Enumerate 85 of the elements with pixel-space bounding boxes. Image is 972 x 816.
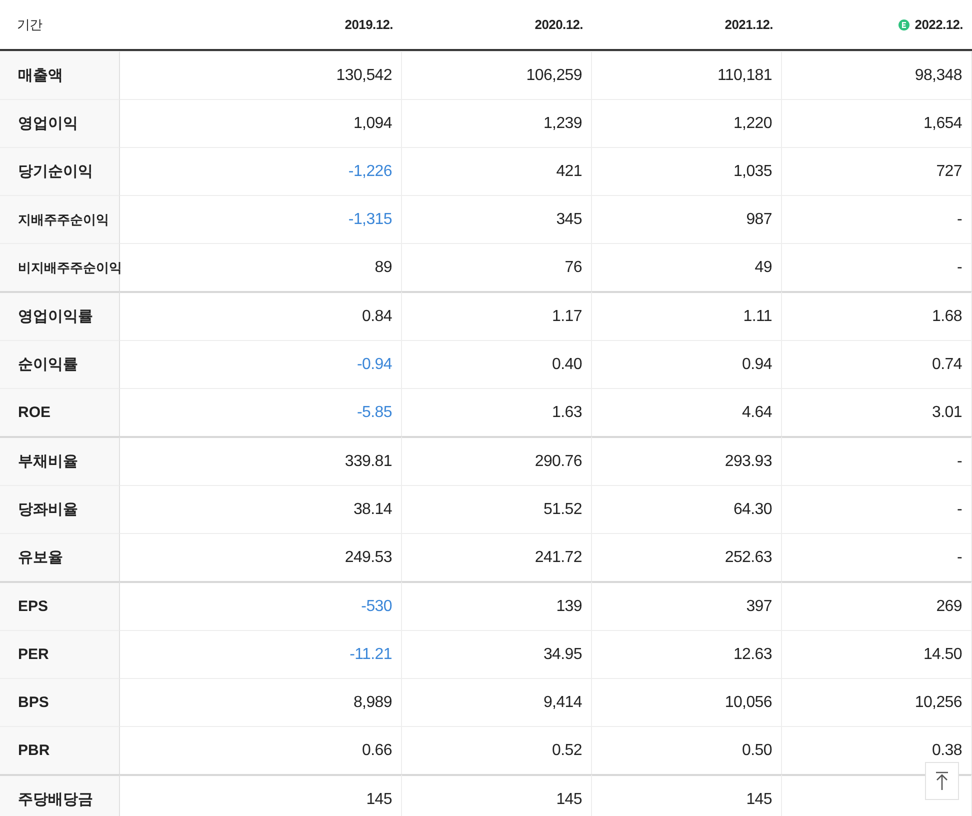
row-label: 비지배주주순이익: [0, 243, 120, 291]
row-label: 순이익률: [0, 340, 120, 388]
table-cell: 38.14: [120, 485, 402, 533]
table-cell: 145: [402, 774, 592, 816]
table-cell: 89: [120, 243, 402, 291]
row-label: 주당배당금: [0, 774, 120, 816]
row-label: BPS: [0, 678, 120, 726]
table-cell: 1,035: [592, 147, 782, 195]
table-cell: -: [782, 243, 972, 291]
table-cell: -: [782, 533, 972, 581]
table-cell: 0.84: [120, 291, 402, 340]
table-cell: 10,256: [782, 678, 972, 726]
table-cell: 8,989: [120, 678, 402, 726]
table-cell: 10,056: [592, 678, 782, 726]
table-cell: 241.72: [402, 533, 592, 581]
table-cell: 397: [592, 581, 782, 630]
table-cell: 290.76: [402, 436, 592, 485]
row-label: ROE: [0, 388, 120, 436]
table-cell: 0.94: [592, 340, 782, 388]
table-cell: 110,181: [592, 51, 782, 99]
table-cell: 34.95: [402, 630, 592, 678]
row-label: PBR: [0, 726, 120, 774]
table-cell: 145: [120, 774, 402, 816]
table-cell: 1.63: [402, 388, 592, 436]
table-cell: 3.01: [782, 388, 972, 436]
row-label: 지배주주순이익: [0, 195, 120, 243]
table-cell: 14.50: [782, 630, 972, 678]
table-cell: 1.68: [782, 291, 972, 340]
table-cell: 269: [782, 581, 972, 630]
table-cell: 0.52: [402, 726, 592, 774]
table-cell: 1.11: [592, 291, 782, 340]
table-cell: 0.40: [402, 340, 592, 388]
table-cell: 252.63: [592, 533, 782, 581]
table-cell: -: [782, 195, 972, 243]
table-cell: 987: [592, 195, 782, 243]
table-cell: 4.64: [592, 388, 782, 436]
table-cell: 0.74: [782, 340, 972, 388]
table-cell: 345: [402, 195, 592, 243]
table-cell: 1,654: [782, 99, 972, 147]
table-cell: -1,315: [120, 195, 402, 243]
table-cell: 130,542: [120, 51, 402, 99]
table-cell: 64.30: [592, 485, 782, 533]
table-cell: 12.63: [592, 630, 782, 678]
row-label: 당기순이익: [0, 147, 120, 195]
header-label: 기간: [17, 16, 42, 34]
table-cell: 1,094: [120, 99, 402, 147]
table-cell: 1,239: [402, 99, 592, 147]
table-cell: 51.52: [402, 485, 592, 533]
table-cell: -5.85: [120, 388, 402, 436]
column-header: 2019.12.: [344, 17, 393, 32]
table-cell: 139: [402, 581, 592, 630]
table-cell: 9,414: [402, 678, 592, 726]
column-header: 2021.12.: [724, 17, 773, 32]
row-label: 당좌비율: [0, 485, 120, 533]
table-cell: 339.81: [120, 436, 402, 485]
table-cell: 1.17: [402, 291, 592, 340]
arrow-up-icon: [934, 771, 950, 791]
row-label: 유보율: [0, 533, 120, 581]
table-cell: 249.53: [120, 533, 402, 581]
column-header: 2020.12.: [534, 17, 583, 32]
row-label: EPS: [0, 581, 120, 630]
table-cell: 1,220: [592, 99, 782, 147]
table-cell: -: [782, 436, 972, 485]
table-cell: 0.50: [592, 726, 782, 774]
row-label: 부채비율: [0, 436, 120, 485]
table-cell: 421: [402, 147, 592, 195]
row-label: 매출액: [0, 51, 120, 99]
table-cell: -0.94: [120, 340, 402, 388]
table-cell: 0.66: [120, 726, 402, 774]
table-cell: 293.93: [592, 436, 782, 485]
row-label: 영업이익률: [0, 291, 120, 340]
table-cell: -1,226: [120, 147, 402, 195]
table-cell: -11.21: [120, 630, 402, 678]
table-cell: 727: [782, 147, 972, 195]
row-label: PER: [0, 630, 120, 678]
table-cell: 49: [592, 243, 782, 291]
table-cell: 76: [402, 243, 592, 291]
row-label: 영업이익: [0, 99, 120, 147]
table-cell: -: [782, 485, 972, 533]
table-cell: 98,348: [782, 51, 972, 99]
table-cell: 106,259: [402, 51, 592, 99]
table-cell: -530: [120, 581, 402, 630]
scroll-top-button[interactable]: [925, 762, 959, 800]
column-header: 2022.12.: [914, 17, 963, 32]
table-cell: 145: [592, 774, 782, 816]
